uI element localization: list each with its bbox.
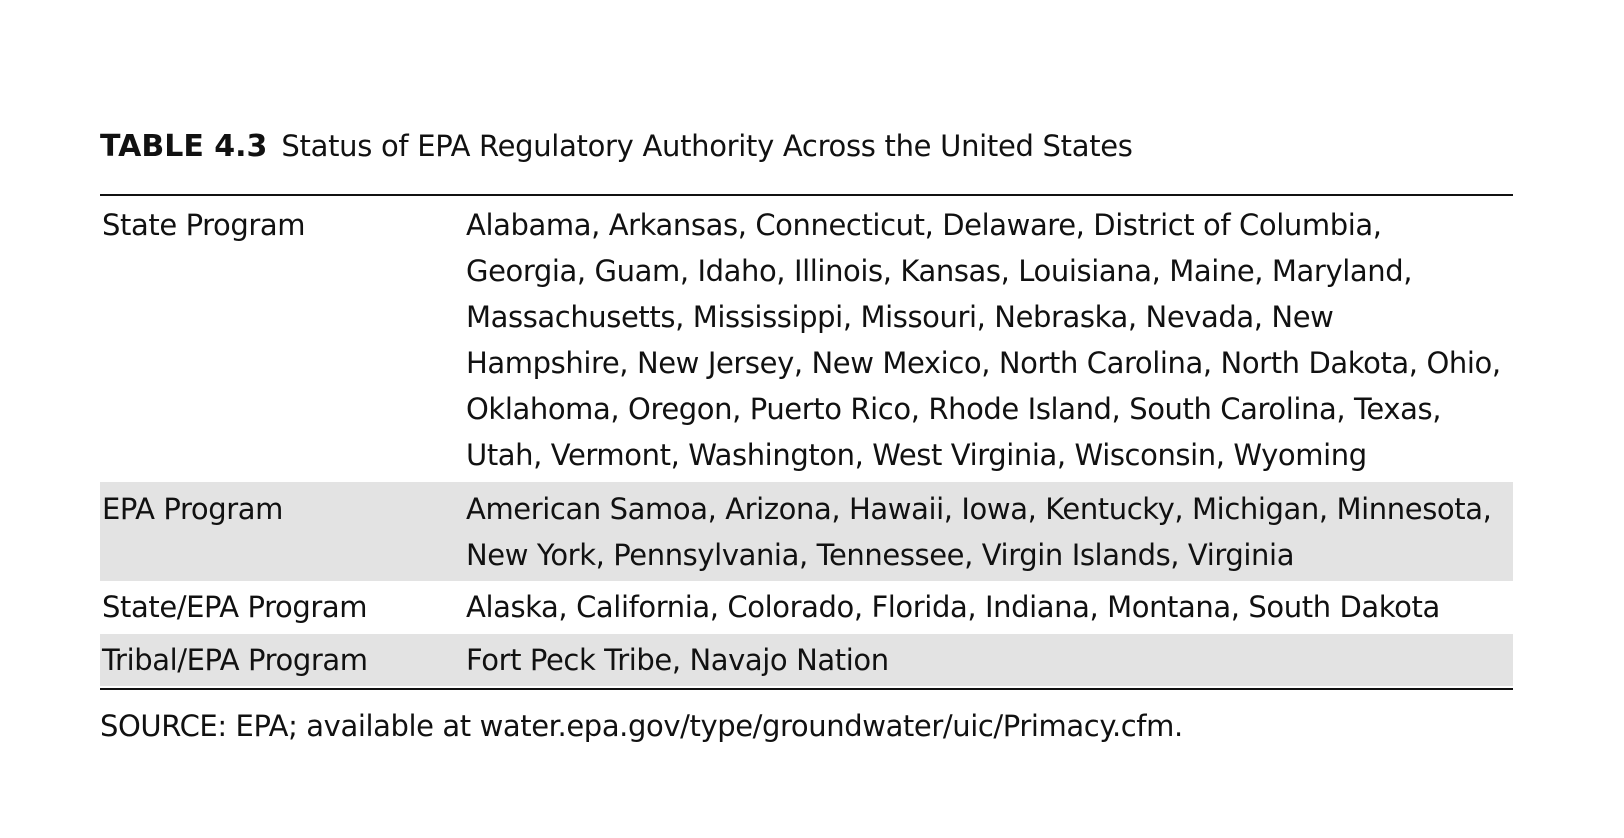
row-label: State/EPA Program bbox=[102, 590, 368, 624]
document-page: TABLE 4.3 Status of EPA Regulatory Author… bbox=[0, 0, 1624, 838]
table-row-epa-program: EPA Program American Samoa, Arizona, Haw… bbox=[100, 482, 1513, 581]
row-states: Fort Peck Tribe, Navajo Nation bbox=[466, 643, 889, 677]
row-states: Alabama, Arkansas, Connecticut, Delaware… bbox=[466, 208, 1501, 472]
row-states: American Samoa, Arizona, Hawaii, Iowa, K… bbox=[466, 492, 1492, 572]
row-label: Tribal/EPA Program bbox=[102, 643, 368, 677]
table-caption: TABLE 4.3 Status of EPA Regulatory Author… bbox=[100, 128, 1133, 165]
table-row-tribal-epa-program: Tribal/EPA Program Fort Peck Tribe, Nava… bbox=[100, 634, 1513, 686]
authority-table: State Program Alabama, Arkansas, Connect… bbox=[100, 196, 1513, 686]
row-label: State Program bbox=[102, 208, 306, 242]
table-row-state-program: State Program Alabama, Arkansas, Connect… bbox=[100, 196, 1513, 482]
source-note: SOURCE: EPA; available at water.epa.gov/… bbox=[100, 709, 1183, 743]
row-label: EPA Program bbox=[102, 492, 283, 526]
row-states: Alaska, California, Colorado, Florida, I… bbox=[466, 590, 1440, 624]
table-row-state-epa-program: State/EPA Program Alaska, California, Co… bbox=[100, 581, 1513, 634]
table-title: Status of EPA Regulatory Authority Acros… bbox=[281, 129, 1133, 163]
table-number: TABLE 4.3 bbox=[100, 129, 268, 164]
table-bottom-rule bbox=[100, 688, 1513, 690]
